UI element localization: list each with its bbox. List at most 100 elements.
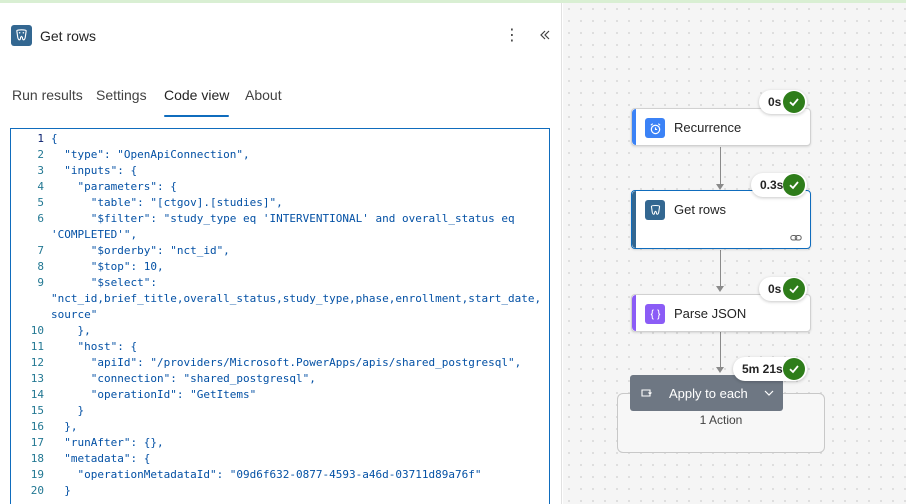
code-line: 1{ — [11, 131, 549, 147]
duration-badge: 0s — [759, 277, 807, 301]
line-number: 10 — [30, 324, 44, 337]
line-number: 19 — [30, 468, 44, 481]
code-text: "$top": 10, — [51, 260, 164, 273]
code-line: 12 "apiId": "/providers/Microsoft.PowerA… — [11, 355, 549, 371]
code-line: 9 "$select": — [11, 275, 549, 291]
flow-designer-canvas[interactable]: Recurrence 0s Get rows 0.3s Parse JSON 0 — [563, 3, 906, 504]
line-number: 17 — [30, 436, 44, 449]
code-text: "connection": "shared_postgresql", — [51, 372, 316, 385]
checkmark-icon — [783, 91, 805, 113]
line-number: 4 — [37, 180, 44, 193]
code-text: "$filter": "study_type eq 'INTERVENTIONA… — [51, 212, 515, 225]
chevron-down-icon[interactable] — [764, 390, 774, 396]
checkmark-icon — [783, 278, 805, 300]
code-line: 6 "$filter": "study_type eq 'INTERVENTIO… — [11, 211, 549, 227]
code-line: 14 "operationId": "GetItems" — [11, 387, 549, 403]
code-text: { — [51, 132, 58, 145]
duration-text: 0.3s — [760, 178, 784, 192]
more-vertical-icon: ⋮ — [504, 27, 520, 44]
code-text: "operationMetadataId": "09d6f632-0877-45… — [51, 468, 482, 481]
flow-node-get-rows[interactable]: Get rows — [631, 190, 811, 249]
code-line: 8 "$top": 10, — [11, 259, 549, 275]
scope-action-count: 1 Action — [699, 413, 743, 427]
duration-text: 0s — [768, 282, 782, 296]
braces-icon — [645, 304, 665, 324]
line-number: 7 — [37, 244, 44, 257]
duration-text: 0s — [768, 95, 782, 109]
code-text: "parameters": { — [51, 180, 177, 193]
duration-badge: 5m 21s — [733, 357, 807, 381]
line-number: 1 — [37, 132, 44, 145]
connector-line — [720, 250, 721, 287]
code-text: "inputs": { — [51, 164, 138, 177]
node-accent — [632, 295, 636, 331]
tab-label: Code view — [164, 87, 230, 103]
line-number: 12 — [30, 356, 44, 369]
line-number: 9 — [37, 276, 44, 289]
code-line: 3 "inputs": { — [11, 163, 549, 179]
code-text: "nct_id,brief_title,overall_status,study… — [51, 292, 542, 305]
postgresql-icon — [645, 200, 665, 220]
code-line-wrapped: "nct_id,brief_title,overall_status,study… — [11, 291, 549, 307]
connector-line — [720, 332, 721, 368]
code-editor[interactable]: 1{ 2 "type": "OpenApiConnection", 3 "inp… — [10, 128, 550, 504]
code-line-wrapped: 'COMPLETED'", — [11, 227, 549, 243]
code-text: "table": "[ctgov].[studies]", — [51, 196, 283, 209]
checkmark-icon — [783, 174, 805, 196]
loop-icon — [641, 389, 652, 397]
active-tab-indicator — [164, 115, 230, 117]
panel-header: Get rows ⋮ — [0, 3, 562, 69]
connector-arrow — [716, 286, 724, 292]
node-label: Get rows — [674, 202, 727, 217]
tab-run-results[interactable]: Run results — [12, 87, 83, 113]
code-text: } — [51, 484, 71, 497]
line-number: 18 — [30, 452, 44, 465]
more-options-button[interactable]: ⋮ — [503, 23, 521, 47]
code-text: "runAfter": {}, — [51, 436, 164, 449]
double-chevron-left-icon — [540, 30, 550, 40]
line-number: 14 — [30, 388, 44, 401]
node-label: Parse JSON — [674, 306, 747, 321]
line-number: 16 — [30, 420, 44, 433]
collapse-panel-button[interactable] — [536, 23, 554, 47]
panel-tabs: Run results Settings Code view About — [0, 83, 562, 117]
code-text: }, — [51, 324, 91, 337]
action-details-panel: Get rows ⋮ Run results Settings Code vie… — [0, 3, 562, 504]
code-line: 17 "runAfter": {}, — [11, 435, 549, 451]
connector-arrow — [716, 367, 724, 373]
line-number: 20 — [30, 484, 44, 497]
duration-badge: 0s — [759, 90, 807, 114]
code-text: 'COMPLETED'", — [51, 228, 138, 241]
tab-code-view[interactable]: Code view — [164, 87, 230, 117]
line-number: 5 — [37, 196, 44, 209]
duration-text: 5m 21s — [742, 362, 783, 376]
code-line: 15 } — [11, 403, 549, 419]
code-line: 10 }, — [11, 323, 549, 339]
tab-settings[interactable]: Settings — [96, 87, 147, 113]
code-line: 7 "$orderby": "nct_id", — [11, 243, 549, 259]
code-text: } — [51, 404, 85, 417]
code-line: 4 "parameters": { — [11, 179, 549, 195]
line-number: 13 — [30, 372, 44, 385]
tab-about[interactable]: About — [245, 87, 282, 113]
code-line-wrapped: source" — [11, 307, 549, 323]
code-line: 2 "type": "OpenApiConnection", — [11, 147, 549, 163]
code-line: 13 "connection": "shared_postgresql", — [11, 371, 549, 387]
line-number: 11 — [30, 340, 44, 353]
node-accent — [632, 191, 636, 248]
code-line: 5 "table": "[ctgov].[studies]", — [11, 195, 549, 211]
duration-badge: 0.3s — [751, 173, 807, 197]
code-line: 11 "host": { — [11, 339, 549, 355]
line-number: 6 — [37, 212, 44, 225]
node-label: Recurrence — [674, 120, 742, 135]
line-number: 8 — [37, 260, 44, 273]
scope-title: Apply to each — [669, 386, 748, 401]
code-text: "$select": — [51, 276, 157, 289]
tab-label: Settings — [96, 87, 147, 103]
alarm-clock-icon — [645, 118, 665, 138]
code-line: 18 "metadata": { — [11, 451, 549, 467]
code-text: "$orderby": "nct_id", — [51, 244, 230, 257]
code-text: }, — [51, 420, 78, 433]
code-text: "operationId": "GetItems" — [51, 388, 257, 401]
code-text: source" — [51, 308, 98, 321]
